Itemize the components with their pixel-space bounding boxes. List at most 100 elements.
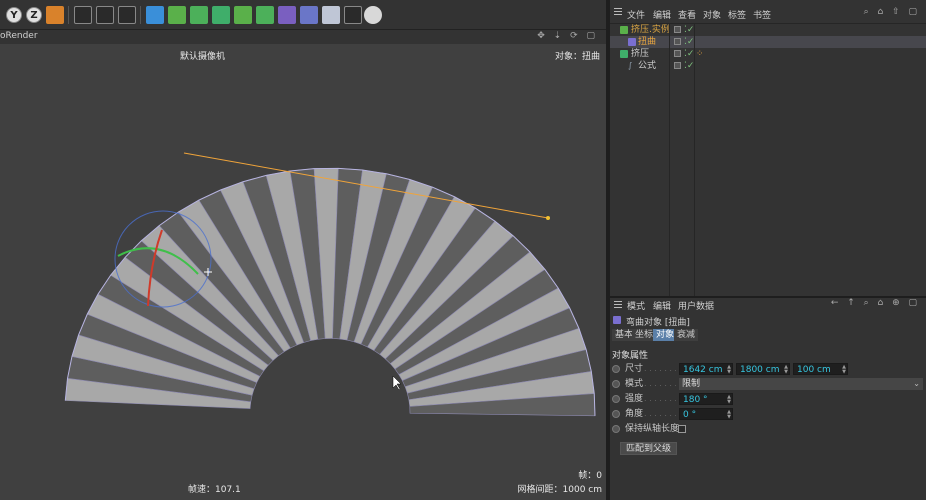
cube-icon[interactable] [146,6,164,24]
menu-objects[interactable]: 对象 [703,8,721,21]
menu-bookmarks[interactable]: 书签 [753,8,771,21]
size-y-input[interactable]: 1800 cm ▲ ▼ [736,363,790,375]
enabled-check-icon[interactable]: ⁚✓ [684,60,694,72]
animate-keyframe-toggle[interactable] [612,395,620,403]
visibility-toggle[interactable] [674,50,681,57]
menu-tags[interactable]: 标签 [728,8,746,21]
viewport-navigation-icons[interactable]: ✥ ⇣ ⟳ ▢ [537,31,598,41]
tree-column-divider[interactable] [669,24,670,296]
animate-keyframe-toggle[interactable] [612,425,620,433]
object-tree: 挤压.实例 ⁚✓ 扭曲 ⁚✓ 挤压 ⁚✓ ⁘ ∫ 公式 ⁚✓ [610,24,926,296]
strength-row: 强度 . . . . . . . . 180 ° ▲▼ [610,393,926,405]
bend-deformer-handle[interactable] [546,216,550,220]
label-leader-dots: . . . . . . . . [644,394,676,403]
strength-input[interactable]: 180 ° ▲ ▼ [679,393,733,405]
enabled-check-icon[interactable]: ⁚✓ [684,24,694,36]
frame-indicator: 帧：0 [578,471,602,481]
label-leader-dots: . . . . . . . . [644,379,676,388]
viewport-renderer-label: oRender [0,31,38,41]
menu-edit[interactable]: 编辑 [653,8,671,21]
tree-item-extrude-instance[interactable]: 挤压.实例 ⁚✓ [610,24,926,36]
mode-row: 模式 . . . . . . . . 限制 ⌄ [610,378,926,390]
menu-file[interactable]: 文件 [627,8,645,21]
mode-value: 限制 [682,379,701,389]
z-axis-lock-button[interactable]: Z [26,7,42,23]
object-manager: 文件 编辑 查看 对象 标签 书签 ⌕ ⌂ ⇧ ▢ 挤压.实例 ⁚✓ 扭曲 ⁚✓… [610,0,926,296]
spinner-icon[interactable]: ▲ ▼ [727,410,731,420]
camera-icon[interactable] [344,6,362,24]
3d-viewport[interactable]: 默认摄像机 对象：扭曲 帧：0 帧速：107.1 网格间距：1000 cm [0,44,606,500]
tree-column-divider[interactable] [694,24,695,296]
label-leader-dots: . . . . . . . . [644,364,676,373]
navigation-icons[interactable]: ← ↑ ⌕ ⌂ ⊕ ▢ [831,298,920,308]
menu-view[interactable]: 查看 [678,8,696,21]
camera-label[interactable]: 默认摄像机 [180,49,225,62]
size-x-value: 1642 cm [683,365,723,375]
bend-deformer-icon [628,38,636,46]
pen-spline-icon[interactable] [168,6,186,24]
angle-value: 0 ° [683,410,697,420]
object-manager-menubar: 文件 编辑 查看 对象 标签 书签 ⌕ ⌂ ⇧ ▢ [610,0,926,24]
grid-icon[interactable] [322,6,340,24]
mouse-cursor [392,375,402,391]
enabled-check-icon[interactable]: ⁚✓ [684,48,694,60]
visibility-toggle[interactable] [674,38,681,45]
main-toolbar: Y Z [0,0,606,30]
spinner-icon[interactable]: ▲ ▼ [727,365,731,375]
menu-icon[interactable] [614,301,622,308]
visibility-toggle[interactable] [674,26,681,33]
angle-label: 角度 [625,409,644,419]
extrude-instance-icon [620,26,628,34]
spinner-icon[interactable]: ▲ ▼ [784,365,788,375]
tree-item-bend[interactable]: 扭曲 ⁚✓ [610,36,926,48]
angle-row: 角度 . . . . . . . . 0 ° ▲▼ [610,408,926,420]
enabled-check-icon[interactable]: ⁚✓ [684,36,694,48]
angle-input[interactable]: 0 ° ▲ ▼ [679,408,733,420]
tab-falloff[interactable]: 衰减 [674,329,699,341]
size-label: 尺寸 [625,364,644,374]
visibility-toggle[interactable] [674,62,681,69]
animate-keyframe-toggle[interactable] [612,365,620,373]
deformer-tag-icon[interactable]: ⁘ [696,48,704,60]
y-axis-lock-button[interactable]: Y [6,7,22,23]
mograph-cloner-icon[interactable] [234,6,252,24]
render-view-icon[interactable] [74,6,92,24]
deformer-bend-icon[interactable] [278,6,296,24]
menu-mode[interactable]: 模式 [627,299,645,312]
tree-item-formula[interactable]: ∫ 公式 ⁚✓ [610,60,926,72]
extrude-icon [620,50,628,58]
floor-icon[interactable] [300,6,318,24]
search-icon[interactable]: ⌕ ⌂ ⇧ ▢ [864,7,920,17]
menu-edit[interactable]: 编辑 [653,299,671,312]
tree-item-label: 挤压.实例 [631,25,670,35]
tree-item-label: 公式 [638,61,657,71]
menu-icon[interactable] [614,8,622,15]
light-bulb-icon[interactable] [364,6,382,24]
spinner-icon[interactable]: ▲ ▼ [842,365,846,375]
menu-user-data[interactable]: 用户数据 [678,299,714,312]
attribute-manager: 模式 编辑 用户数据 ← ↑ ⌕ ⌂ ⊕ ▢ 弯曲对象 [扭曲] 基本 坐标 对… [610,298,926,500]
animate-keyframe-toggle[interactable] [612,380,620,388]
fit-to-parent-button[interactable]: 匹配到父级 [620,442,678,455]
strength-label: 强度 [625,394,644,404]
extrude-icon[interactable] [212,6,230,24]
formula-spline-icon: ∫ [628,61,633,70]
size-z-value: 100 cm [797,365,831,375]
animate-keyframe-toggle[interactable] [612,410,620,418]
coordinate-system-icon[interactable] [46,6,64,24]
folding-fan-mesh [64,167,596,417]
array-icon[interactable] [256,6,274,24]
mode-select[interactable]: 限制 ⌄ [679,378,923,390]
size-z-input[interactable]: 100 cm ▲ ▼ [793,363,848,375]
subdivision-surface-icon[interactable] [190,6,208,24]
render-settings-icon[interactable] [118,6,136,24]
chevron-down-icon: ⌄ [913,379,920,388]
tree-item-label: 扭曲 [638,37,657,47]
size-x-input[interactable]: 1642 cm ▲ ▼ [679,363,733,375]
spinner-icon[interactable]: ▲ ▼ [727,395,731,405]
keep-length-checkbox[interactable] [678,425,686,433]
render-to-picture-viewer-icon[interactable] [96,6,114,24]
keep-length-row: 保持纵轴长度 [610,423,926,435]
tree-item-extrude[interactable]: 挤压 ⁚✓ ⁘ [610,48,926,60]
scene-canvas[interactable] [0,44,606,500]
